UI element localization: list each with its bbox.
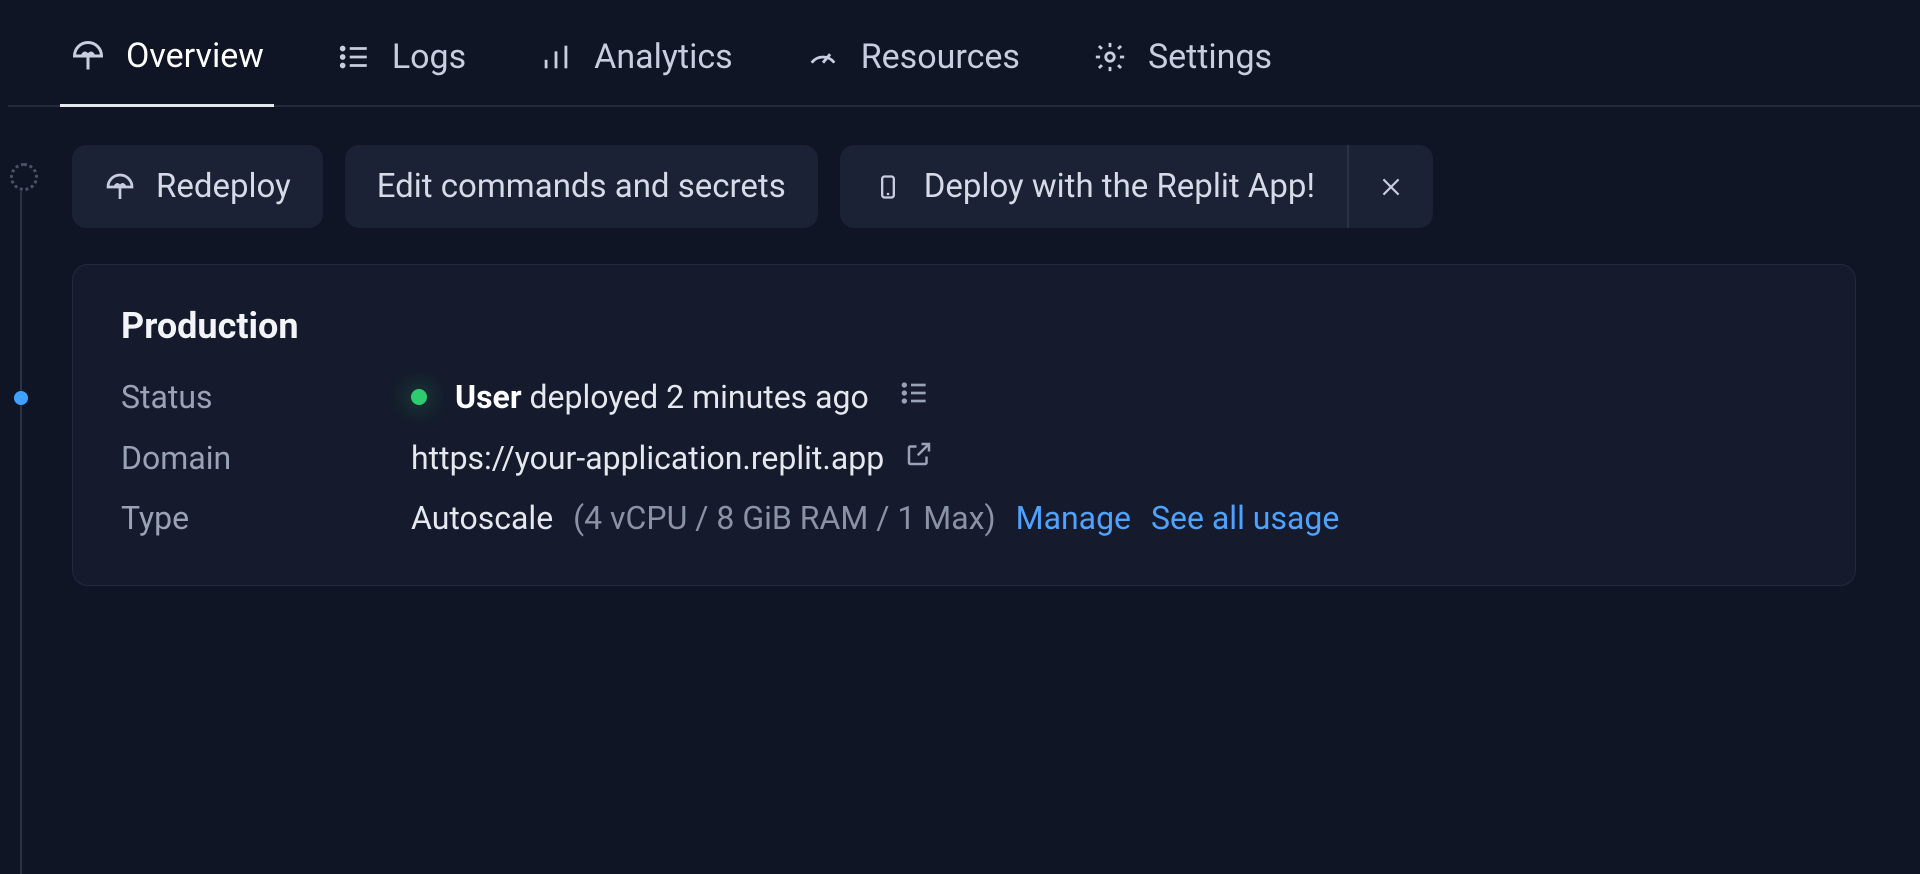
button-label: Edit commands and secrets bbox=[377, 167, 786, 206]
tab-overview[interactable]: Overview bbox=[60, 18, 274, 107]
status-text: deployed 2 minutes ago bbox=[522, 378, 869, 416]
manage-link[interactable]: Manage bbox=[1016, 499, 1131, 537]
umbrella-deploy-icon bbox=[70, 38, 106, 74]
tab-label: Logs bbox=[392, 37, 466, 77]
button-label: Deploy with the Replit App! bbox=[924, 167, 1315, 206]
tab-settings[interactable]: Settings bbox=[1082, 19, 1282, 105]
tab-label: Settings bbox=[1148, 37, 1272, 77]
external-link-icon[interactable] bbox=[904, 439, 934, 477]
redeploy-button[interactable]: Redeploy bbox=[72, 145, 323, 228]
status-label: Status bbox=[121, 378, 411, 416]
status-row: Status User deployed 2 minutes ago bbox=[121, 377, 1807, 417]
list-icon[interactable] bbox=[899, 377, 931, 417]
production-card: Production Status User deployed 2 minute… bbox=[72, 264, 1856, 586]
type-row: Type Autoscale (4 vCPU / 8 GiB RAM / 1 M… bbox=[121, 499, 1807, 537]
timeline-line bbox=[20, 191, 22, 874]
close-banner-button[interactable] bbox=[1349, 145, 1433, 228]
type-value-wrap: Autoscale (4 vCPU / 8 GiB RAM / 1 Max) M… bbox=[411, 499, 1339, 537]
timeline-gutter bbox=[0, 127, 44, 606]
tab-logs[interactable]: Logs bbox=[326, 19, 476, 105]
umbrella-deploy-icon bbox=[104, 171, 136, 203]
domain-label: Domain bbox=[121, 439, 411, 477]
tab-analytics[interactable]: Analytics bbox=[528, 19, 743, 105]
type-label: Type bbox=[121, 499, 411, 537]
deploy-app-group: Deploy with the Replit App! bbox=[840, 145, 1433, 228]
domain-value-wrap: https://your-application.replit.app bbox=[411, 439, 934, 477]
deploy-app-button[interactable]: Deploy with the Replit App! bbox=[840, 145, 1347, 228]
tab-label: Resources bbox=[861, 37, 1020, 77]
mobile-icon bbox=[872, 171, 904, 203]
gauge-icon bbox=[805, 39, 841, 75]
status-value: User deployed 2 minutes ago bbox=[411, 377, 931, 417]
button-label: Redeploy bbox=[156, 167, 291, 206]
domain-value: https://your-application.replit.app bbox=[411, 439, 884, 477]
type-specs: (4 vCPU / 8 GiB RAM / 1 Max) bbox=[573, 499, 995, 537]
edit-commands-button[interactable]: Edit commands and secrets bbox=[345, 145, 818, 228]
card-title: Production bbox=[121, 305, 1807, 347]
content: Redeploy Edit commands and secrets Deplo… bbox=[44, 127, 1920, 606]
gear-icon bbox=[1092, 39, 1128, 75]
tab-label: Overview bbox=[126, 36, 264, 76]
close-icon bbox=[1375, 171, 1407, 203]
type-value: Autoscale bbox=[411, 499, 553, 537]
status-dot-icon bbox=[411, 389, 427, 405]
bars-icon bbox=[538, 39, 574, 75]
tab-resources[interactable]: Resources bbox=[795, 19, 1030, 105]
tabbar: Overview Logs Analytics Resources Settin… bbox=[8, 0, 1920, 107]
action-bar: Redeploy Edit commands and secrets Deplo… bbox=[44, 127, 1896, 258]
domain-row: Domain https://your-application.replit.a… bbox=[121, 439, 1807, 477]
tab-label: Analytics bbox=[594, 37, 733, 77]
status-user: User bbox=[455, 378, 522, 416]
see-usage-link[interactable]: See all usage bbox=[1151, 499, 1339, 537]
body: Redeploy Edit commands and secrets Deplo… bbox=[0, 107, 1920, 606]
list-icon bbox=[336, 39, 372, 75]
timeline-marker-current bbox=[14, 391, 28, 405]
timeline-marker-open bbox=[10, 163, 38, 191]
